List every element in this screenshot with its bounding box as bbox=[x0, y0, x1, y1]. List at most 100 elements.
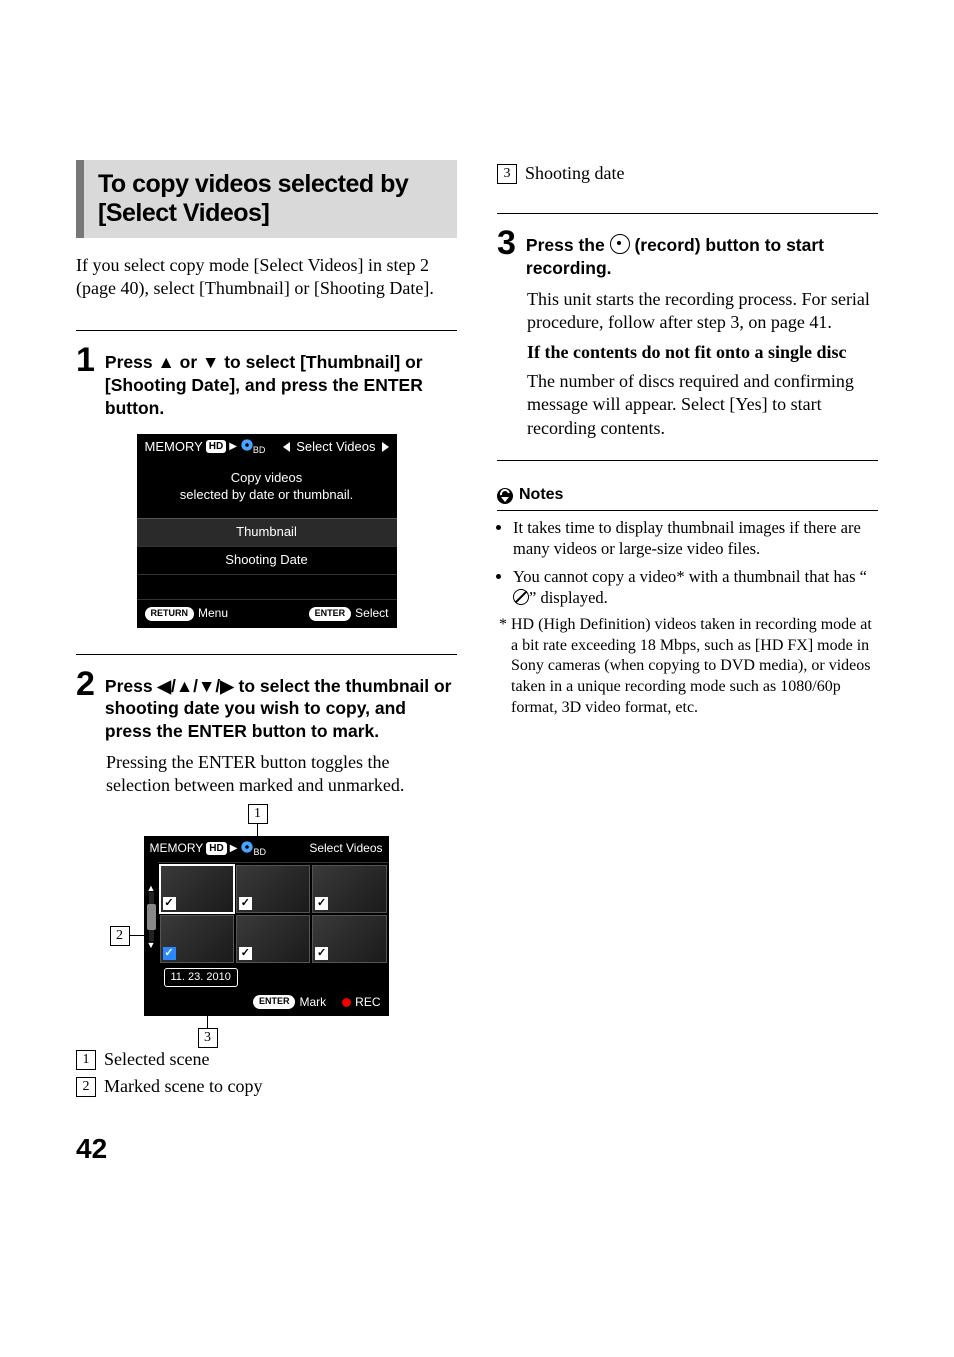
legend-1: 1 Selected scene bbox=[76, 1048, 457, 1071]
step-2: 2 Press ◀/▲/▼/▶ to select the thumbnail … bbox=[76, 669, 457, 743]
shooting-date-value: 11. 23. 2010 bbox=[164, 968, 238, 986]
legend-num-3: 3 bbox=[497, 164, 517, 184]
step3-a: Press the bbox=[526, 235, 610, 255]
bd-label: BD bbox=[253, 445, 266, 457]
lcd1-list: Thumbnail Shooting Date bbox=[137, 518, 397, 600]
arrow-right-small-icon: ▶ bbox=[229, 440, 237, 453]
thumbnail-marked[interactable]: ✓ bbox=[160, 915, 234, 963]
legend-2: 2 Marked scene to copy bbox=[76, 1075, 457, 1098]
lcd-screen-select-videos: MEMORY HD ▶ BD Select Videos bbox=[137, 434, 397, 628]
hd-badge: HD bbox=[206, 440, 226, 453]
up-arrow-icon: ▲ bbox=[157, 352, 174, 372]
enter-select-button[interactable]: ENTER Select bbox=[309, 606, 389, 622]
prohibit-icon bbox=[513, 589, 529, 605]
legend-label-1: Selected scene bbox=[104, 1048, 209, 1071]
legend-num-1: 1 bbox=[76, 1050, 96, 1070]
up-arrow-icon: ▲ bbox=[176, 676, 193, 696]
step2-body-text: Pressing the ENTER button toggles the se… bbox=[106, 751, 457, 798]
notes-icon bbox=[497, 488, 513, 504]
select-label: Select bbox=[355, 606, 388, 622]
check-icon: ✓ bbox=[239, 947, 252, 960]
intro-paragraph: If you select copy mode [Select Videos] … bbox=[76, 254, 457, 301]
note2-star: * bbox=[676, 567, 684, 586]
step-3-text: Press the (record) button to start recor… bbox=[526, 234, 878, 280]
notes-heading: Notes bbox=[497, 485, 878, 506]
scroll-thumb[interactable] bbox=[147, 904, 156, 930]
lcd2-scrollbar[interactable]: ▲ ▼ bbox=[147, 884, 156, 948]
left-arrow-icon: ◀ bbox=[157, 676, 170, 696]
step-number-2: 2 bbox=[76, 667, 95, 701]
footnote-text: HD (High Definition) videos taken in rec… bbox=[511, 616, 872, 716]
legend-label-2: Marked scene to copy bbox=[104, 1075, 262, 1098]
step3-body2: The number of discs required and confirm… bbox=[527, 370, 878, 440]
step-1-text: Press ▲ or ▼ to select [Thumbnail] or [S… bbox=[105, 351, 457, 419]
step-2-body: Pressing the ENTER button toggles the se… bbox=[106, 751, 457, 798]
callout-line-3 bbox=[207, 1002, 208, 1028]
step3-subhead: If the contents do not fit onto a single… bbox=[527, 341, 878, 364]
right-arrow-icon: ▶ bbox=[220, 676, 233, 696]
step-3-body: This unit starts the recording process. … bbox=[527, 288, 878, 440]
thumbnail-grid: ✓ ✓ ✓ ✓ ✓ ✓ bbox=[158, 862, 389, 965]
section-title: To copy videos selected by [Select Video… bbox=[98, 170, 443, 228]
notes-rule bbox=[497, 510, 878, 511]
page-number: 42 bbox=[76, 1131, 457, 1167]
thumbnail[interactable]: ✓ bbox=[312, 915, 386, 963]
step-1: 1 Press ▲ or ▼ to select [Thumbnail] or … bbox=[76, 345, 457, 419]
divider bbox=[497, 460, 878, 461]
scroll-up-icon[interactable]: ▲ bbox=[147, 884, 156, 892]
step-number-3: 3 bbox=[497, 226, 516, 260]
lcd1-title: Select Videos bbox=[296, 439, 375, 456]
thumbnail[interactable]: ✓ bbox=[236, 865, 310, 913]
rec-dot-icon bbox=[342, 998, 351, 1007]
nav-right-icon bbox=[382, 442, 389, 452]
lcd1-source: MEMORY bbox=[145, 439, 203, 456]
return-button[interactable]: RETURN Menu bbox=[145, 606, 229, 622]
note-1: It takes time to display thumbnail image… bbox=[513, 517, 878, 560]
lcd1-item-blank bbox=[137, 575, 397, 600]
lcd1-item-shooting-date[interactable]: Shooting Date bbox=[137, 547, 397, 575]
bd-label: BD bbox=[253, 847, 266, 859]
step1-b: or bbox=[175, 352, 202, 372]
thumbnail[interactable]: ✓ bbox=[312, 865, 386, 913]
legend-num-2: 2 bbox=[76, 1077, 96, 1097]
step3-body1: This unit starts the recording process. … bbox=[527, 288, 878, 335]
step-3: 3 Press the (record) button to start rec… bbox=[497, 228, 878, 280]
lcd1-body-line1: Copy videos bbox=[143, 470, 391, 487]
lcd1-item-thumbnail[interactable]: Thumbnail bbox=[137, 519, 397, 547]
note2-b: with a thumbnail that has “ bbox=[685, 567, 867, 586]
return-pill: RETURN bbox=[145, 607, 195, 621]
rec-label: REC bbox=[355, 995, 380, 1011]
thumbnail[interactable]: ✓ bbox=[236, 915, 310, 963]
notes-title: Notes bbox=[519, 485, 563, 506]
divider bbox=[76, 654, 457, 655]
note2-a: You cannot copy a video bbox=[513, 567, 676, 586]
scroll-down-icon[interactable]: ▼ bbox=[147, 941, 156, 949]
lcd2-footer: ENTER Mark REC bbox=[144, 991, 389, 1017]
section-heading: To copy videos selected by [Select Video… bbox=[76, 160, 457, 238]
mark-label: Mark bbox=[299, 995, 326, 1011]
notes-list: It takes time to display thumbnail image… bbox=[497, 517, 878, 609]
step-2-text: Press ◀/▲/▼/▶ to select the thumbnail or… bbox=[105, 675, 457, 743]
disc-icon bbox=[240, 840, 254, 859]
step2-a: Press bbox=[105, 676, 158, 696]
arrow-right-small-icon: ▶ bbox=[230, 842, 238, 855]
callout-box-2: 2 bbox=[110, 926, 130, 946]
lcd2-body: ▲ ▼ ✓ ✓ ✓ ✓ ✓ ✓ bbox=[144, 862, 389, 990]
check-icon: ✓ bbox=[315, 947, 328, 960]
rec-button[interactable]: REC bbox=[342, 995, 380, 1011]
legend-3: 3 Shooting date bbox=[497, 162, 878, 185]
lcd1-body: Copy videos selected by date or thumbnai… bbox=[137, 460, 397, 518]
enter-mark-button[interactable]: ENTER Mark bbox=[253, 995, 326, 1011]
divider bbox=[497, 213, 878, 214]
lcd1-footer: RETURN Menu ENTER Select bbox=[137, 600, 397, 628]
footnote-star: * bbox=[499, 616, 507, 633]
note2-c: ” displayed. bbox=[529, 588, 608, 607]
nav-left-icon bbox=[283, 442, 290, 452]
step1-a: Press bbox=[105, 352, 158, 372]
check-icon: ✓ bbox=[239, 897, 252, 910]
check-icon: ✓ bbox=[315, 897, 328, 910]
down-arrow-icon: ▼ bbox=[202, 352, 219, 372]
enter-pill: ENTER bbox=[309, 607, 352, 621]
callout-box-3: 3 bbox=[198, 1028, 218, 1048]
thumbnail-selected[interactable]: ✓ bbox=[160, 865, 234, 913]
